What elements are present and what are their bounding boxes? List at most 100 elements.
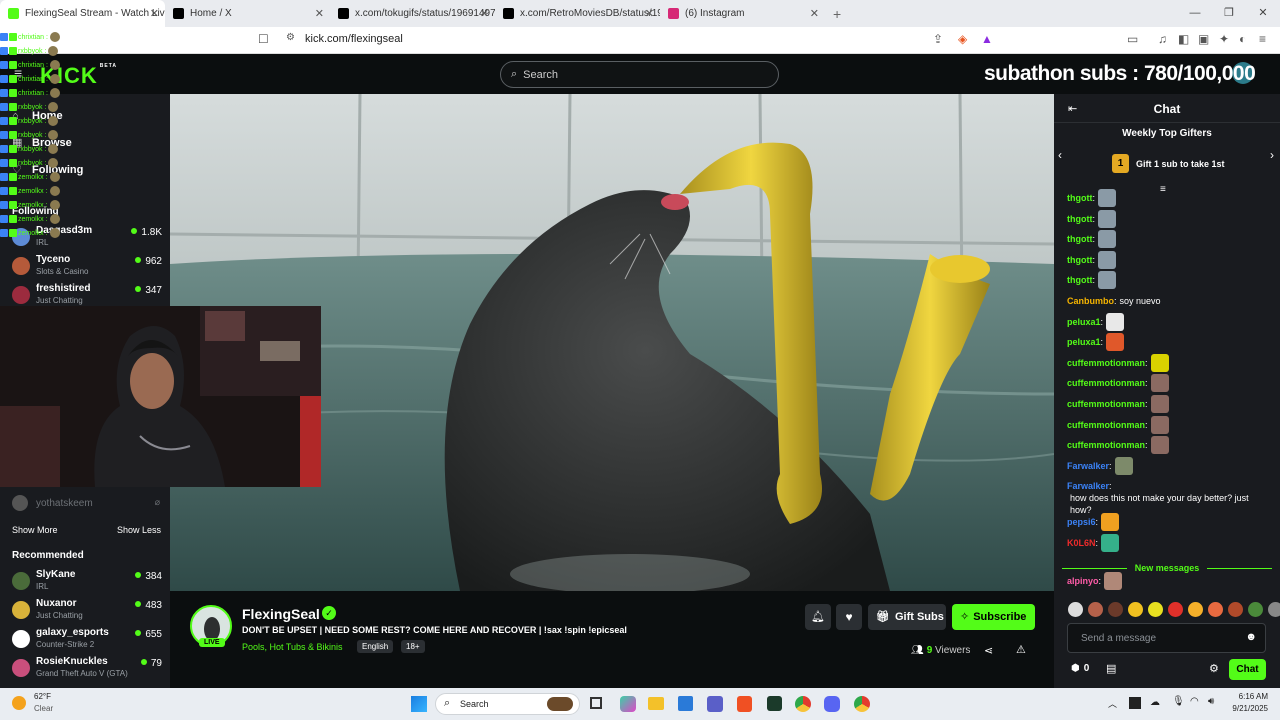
browser-tab[interactable]: Home / X ✕ <box>165 0 330 27</box>
close-window-icon[interactable]: ✕ <box>1246 0 1280 27</box>
sidebar-channel[interactable]: Nuxanor Just Chatting 483 <box>12 598 162 624</box>
emote-icon[interactable] <box>1168 602 1183 617</box>
store-icon[interactable]: ▤ <box>1106 662 1116 675</box>
copilot-icon[interactable] <box>620 696 636 712</box>
search-input[interactable]: ⌕ Search <box>500 61 779 88</box>
subscribe-button[interactable]: ✧ Subscribe <box>952 604 1035 630</box>
volume-icon[interactable]: 🔊︎ <box>1208 696 1214 707</box>
chat-username[interactable]: thgott <box>1067 192 1092 204</box>
report-icon[interactable]: ⚠ <box>1016 643 1026 656</box>
emote-icon[interactable] <box>1268 602 1280 617</box>
tag-language[interactable]: English <box>357 640 394 653</box>
task-view-icon[interactable] <box>590 697 602 709</box>
close-tab-icon[interactable]: ✕ <box>480 7 489 20</box>
chat-username[interactable]: cuffemmotionman <box>1067 439 1145 451</box>
onedrive-icon[interactable]: ☁ <box>1150 697 1160 708</box>
menu-icon[interactable]: ≡ <box>1259 32 1266 46</box>
clock-date[interactable]: 9/21/2025 <box>1220 704 1268 713</box>
discord-icon[interactable] <box>824 696 840 712</box>
sidebar-toggle-icon[interactable]: ▭ <box>1127 32 1138 46</box>
category-link[interactable]: Pools, Hot Tubs & Bikinis <box>242 642 343 652</box>
url-field[interactable]: kick.com/flexingseal <box>305 33 403 45</box>
chat-username[interactable]: thgott <box>1067 254 1092 266</box>
chat-settings-icon[interactable]: ⚙ <box>1209 662 1219 675</box>
chat-username[interactable]: cuffemmotionman <box>1067 419 1145 431</box>
close-tab-icon[interactable]: ✕ <box>810 7 819 20</box>
bookmark-icon[interactable]: ☐ <box>258 32 269 46</box>
chat-username[interactable]: alpinyo <box>1067 575 1099 587</box>
clock-time[interactable]: 6:16 AM <box>1228 692 1268 701</box>
brave-shield-icon[interactable]: ◈ <box>958 32 967 46</box>
sidebar-channel[interactable]: galaxy_esports Counter-Strike 2 655 <box>12 627 162 653</box>
gifters-next-icon[interactable]: › <box>1270 148 1274 162</box>
chat-username[interactable]: thgott <box>1067 274 1092 286</box>
chat-username[interactable]: cuffemmotionman <box>1067 398 1145 410</box>
top-gifter-slot[interactable]: 1 Gift 1 sub to take 1st <box>1112 154 1225 173</box>
close-tab-icon[interactable]: ✕ <box>645 7 654 20</box>
rewards-icon[interactable]: ▲ <box>981 32 993 46</box>
emoji-picker-icon[interactable]: ☻ <box>1245 631 1257 643</box>
chat-username[interactable]: peluxa1 <box>1067 316 1101 328</box>
emote-icon[interactable] <box>1188 602 1203 617</box>
notify-button[interactable]: 🔔︎ <box>805 604 831 630</box>
chrome-icon[interactable] <box>795 696 811 712</box>
vpn-icon[interactable]: ◐ <box>1239 32 1246 46</box>
follow-button[interactable]: ♥ <box>836 604 862 630</box>
share-icon[interactable]: ⇪ <box>933 32 943 46</box>
media-icon[interactable]: ♫ <box>1158 32 1167 46</box>
send-chat-button[interactable]: Chat <box>1229 659 1266 680</box>
tray-app-icon[interactable] <box>1129 697 1141 709</box>
browser-tab[interactable]: FlexingSeal Stream - Watch Live ✕ <box>0 0 165 27</box>
chat-username[interactable]: pepsi6 <box>1067 516 1096 528</box>
emote-icon[interactable] <box>1148 602 1163 617</box>
taskbar-search[interactable]: ⌕ Search <box>435 693 580 715</box>
channel-points[interactable]: ⬢ 0 <box>1071 663 1089 674</box>
file-explorer-icon[interactable] <box>648 697 664 710</box>
emote-icon[interactable] <box>1088 602 1103 617</box>
emote-icon[interactable] <box>1068 602 1083 617</box>
chat-username[interactable]: Canbumbo <box>1067 295 1114 307</box>
emote-icon[interactable] <box>1108 602 1123 617</box>
sidebar-channel[interactable]: SlyKane IRL 384 <box>12 569 162 595</box>
brave-icon[interactable] <box>737 696 752 712</box>
chat-username[interactable]: K0L6N <box>1067 537 1096 549</box>
chat-input[interactable]: Send a message ☻ <box>1067 623 1266 653</box>
sidebar-channel[interactable]: RosieKnuckles Grand Theft Auto V (GTA) 79 <box>12 656 162 682</box>
gifters-prev-icon[interactable]: ‹ <box>1058 148 1062 162</box>
new-tab-button[interactable]: + <box>833 6 841 22</box>
emote-icon[interactable] <box>1208 602 1223 617</box>
share-icon[interactable]: ⋖ <box>984 644 993 657</box>
chat-username[interactable]: peluxa1 <box>1067 336 1101 348</box>
browser-tab[interactable]: x.com/tokugifs/status/19691497512✕ <box>330 0 495 27</box>
chat-username[interactable]: Farwalker <box>1067 480 1109 492</box>
wallet-icon[interactable]: ▣ <box>1198 32 1209 46</box>
minimize-icon[interactable]: — <box>1178 0 1212 27</box>
tray-chevron-icon[interactable]: ︿ <box>1108 697 1117 710</box>
emote-icon[interactable] <box>1128 602 1143 617</box>
chat-username[interactable]: cuffemmotionman <box>1067 377 1145 389</box>
chrome-icon-2[interactable] <box>854 696 870 712</box>
restore-icon[interactable]: ❐ <box>1212 0 1246 27</box>
teams-icon[interactable] <box>707 696 723 712</box>
chat-username[interactable]: Farwalker <box>1067 460 1109 472</box>
browser-tab[interactable]: (6) Instagram ✕ <box>660 0 825 27</box>
tag-age[interactable]: 18+ <box>401 640 425 653</box>
sidebar-channel[interactable]: Tyceno Slots & Casino 962 <box>12 254 162 280</box>
wifi-icon[interactable]: ◠ <box>1190 696 1199 707</box>
new-messages-divider[interactable]: New messages <box>1062 562 1273 574</box>
browser-tab[interactable]: x.com/RetroMoviesDB/status/19693✕ <box>495 0 660 27</box>
mic-icon[interactable]: 🎙︎ <box>1172 696 1185 707</box>
close-tab-icon[interactable]: ✕ <box>315 7 324 20</box>
show-more-button[interactable]: Show More <box>12 525 58 535</box>
channel-name[interactable]: FlexingSeal <box>242 606 320 622</box>
show-less-button[interactable]: Show Less <box>117 525 161 535</box>
leo-icon[interactable]: ✦ <box>1219 32 1229 46</box>
reader-icon[interactable]: ◧ <box>1178 32 1189 46</box>
emote-icon[interactable] <box>1248 602 1263 617</box>
app-icon[interactable] <box>767 696 782 711</box>
gift-subs-button[interactable]: 🎁︎ Gift Subs <box>868 604 946 630</box>
close-tab-icon[interactable]: ✕ <box>150 7 159 20</box>
chat-username[interactable]: cuffemmotionman <box>1067 357 1145 369</box>
offline-channel[interactable]: yothatskeem ⌀ <box>12 495 162 511</box>
site-info-icon[interactable]: ⚙ <box>286 32 295 43</box>
